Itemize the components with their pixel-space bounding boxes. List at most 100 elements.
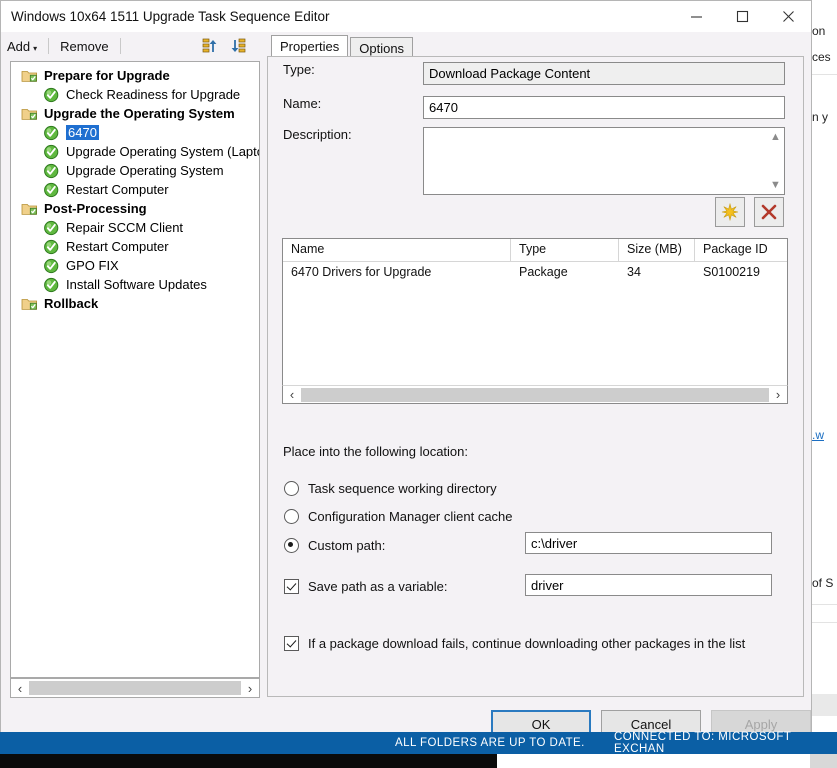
description-field-row: Description: ▲ ▼ (283, 127, 785, 195)
radio-custom-path[interactable]: Custom path: (284, 538, 385, 553)
chevron-left-icon[interactable]: ‹ (11, 681, 29, 696)
tree-item-label: Restart Computer (66, 239, 169, 254)
tree-item-step[interactable]: 6470 (11, 123, 259, 142)
add-package-button[interactable] (715, 197, 745, 227)
background-text-fragment: on (812, 24, 826, 38)
tree-item-step[interactable]: Install Software Updates (11, 275, 259, 294)
window-title: Windows 10x64 1511 Upgrade Task Sequence… (11, 9, 330, 24)
tab-properties[interactable]: Properties (271, 35, 349, 58)
title-bar: Windows 10x64 1511 Upgrade Task Sequence… (1, 1, 811, 32)
column-header-name[interactable]: Name (283, 239, 511, 261)
tree-item-label: Restart Computer (66, 182, 169, 197)
chevron-left-icon[interactable]: ‹ (283, 387, 301, 402)
add-menu-label: Add (7, 38, 31, 54)
tree-item-group[interactable]: Upgrade the Operating System (11, 104, 259, 123)
add-menu-button[interactable]: Add ▾ (1, 37, 43, 56)
status-folders-text: ALL FOLDERS ARE UP TO DATE. (395, 737, 585, 749)
check-icon (44, 277, 59, 292)
checkbox-icon[interactable] (284, 636, 299, 651)
move-up-icon[interactable] (201, 36, 221, 56)
checkbox-icon[interactable] (284, 579, 299, 594)
package-list-horizontal-scrollbar[interactable]: ‹ › (282, 385, 788, 404)
tree-item-step[interactable]: Repair SCCM Client (11, 218, 259, 237)
tree-item-label: 6470 (66, 125, 99, 140)
scroll-thumb[interactable] (301, 387, 769, 402)
tree-item-step[interactable]: GPO FIX (11, 256, 259, 275)
move-down-icon[interactable] (228, 36, 248, 56)
save-variable-input[interactable] (525, 574, 772, 596)
tree-horizontal-scrollbar[interactable]: ‹ › (10, 678, 260, 698)
task-sequence-tree[interactable]: Prepare for Upgrade Check Readiness for U… (10, 61, 260, 678)
minimize-button[interactable] (673, 1, 719, 32)
column-header-size[interactable]: Size (MB) (619, 239, 695, 261)
checkbox-label: If a package download fails, continue do… (308, 636, 746, 651)
taskbar-right-cell (810, 754, 837, 768)
chevron-down-icon: ▾ (33, 43, 38, 53)
custom-path-input[interactable] (525, 532, 772, 554)
check-icon (44, 239, 59, 254)
description-scrollbar[interactable]: ▲ ▼ (767, 128, 784, 194)
tree-item-group[interactable]: Prepare for Upgrade (11, 66, 259, 85)
check-icon (44, 163, 59, 178)
maximize-button[interactable] (719, 1, 765, 32)
cell-type: Package (519, 265, 568, 279)
radio-client-cache[interactable]: Configuration Manager client cache (284, 509, 513, 524)
remove-package-button[interactable] (754, 197, 784, 227)
task-sequence-editor-window: Windows 10x64 1511 Upgrade Task Sequence… (0, 0, 812, 742)
radio-icon[interactable] (284, 481, 299, 496)
chevron-down-icon[interactable]: ▼ (770, 179, 781, 191)
background-divider (810, 74, 837, 75)
toolbar-divider (119, 38, 121, 54)
name-input[interactable] (423, 96, 785, 119)
package-list[interactable]: Name Type Size (MB) Package ID 6470 Driv… (282, 238, 788, 404)
radio-task-sequence-directory[interactable]: Task sequence working directory (284, 481, 497, 496)
package-action-buttons (715, 197, 784, 227)
tree-item-step[interactable]: Restart Computer (11, 237, 259, 256)
background-link-fragment[interactable]: .w (812, 428, 824, 442)
column-header-package-id[interactable]: Package ID (695, 239, 787, 261)
package-list-row[interactable]: 6470 Drivers for Upgrade Package 34 S010021… (283, 262, 787, 283)
tree-item-step[interactable]: Upgrade Operating System (11, 161, 259, 180)
tree-item-label: Upgrade the Operating System (44, 106, 235, 121)
column-header-type[interactable]: Type (511, 239, 619, 261)
close-button[interactable] (765, 1, 811, 32)
remove-button[interactable]: Remove (54, 37, 114, 56)
check-icon (44, 87, 59, 102)
radio-label: Task sequence working directory (308, 481, 497, 496)
tree-item-label: Repair SCCM Client (66, 220, 184, 235)
check-icon (44, 220, 59, 235)
background-divider (810, 622, 837, 623)
background-text-fragment: n y (812, 110, 829, 124)
chevron-right-icon[interactable]: › (241, 681, 259, 696)
cell-package-id: S0100219 (703, 265, 761, 279)
tree-item-step[interactable]: Upgrade Operating System (Laptop (11, 142, 259, 161)
taskbar-dark-region (0, 754, 497, 768)
tree-item-group[interactable]: Post-Processing (11, 199, 259, 218)
folder-icon (21, 298, 37, 310)
scroll-track[interactable] (301, 387, 769, 402)
radio-icon[interactable] (284, 509, 299, 524)
description-label: Description: (283, 127, 352, 142)
tree-item-label: Prepare for Upgrade (44, 68, 170, 83)
tree-item-label: Check Readiness for Upgrade (66, 87, 241, 102)
tree-item-step[interactable]: Restart Computer (11, 180, 259, 199)
background-bottom-block (810, 694, 837, 716)
checkbox-label: Save path as a variable: (308, 579, 448, 594)
chevron-right-icon[interactable]: › (769, 387, 787, 402)
scroll-thumb[interactable] (29, 681, 241, 695)
scroll-track[interactable] (29, 681, 241, 695)
checkbox-save-path-variable[interactable]: Save path as a variable: (284, 579, 447, 594)
package-list-rows: 6470 Drivers for Upgrade Package 34 S010021… (283, 262, 787, 283)
description-textarea[interactable] (423, 127, 785, 195)
check-icon (44, 125, 59, 140)
chevron-up-icon[interactable]: ▲ (770, 131, 781, 143)
radio-icon[interactable] (284, 538, 299, 553)
tree-item-step[interactable]: Check Readiness for Upgrade (11, 85, 259, 104)
tree-item-group[interactable]: Rollback (11, 294, 259, 313)
folder-icon (21, 203, 37, 215)
checkbox-continue-on-failure[interactable]: If a package download fails, continue do… (284, 636, 745, 651)
status-connection-text: CONNECTED TO: MICROSOFT EXCHAN (614, 731, 792, 755)
tree-item-label: Install Software Updates (66, 277, 207, 292)
background-right-column: on ces n y .w of S (809, 0, 837, 742)
red-x-delete-icon (761, 204, 777, 220)
